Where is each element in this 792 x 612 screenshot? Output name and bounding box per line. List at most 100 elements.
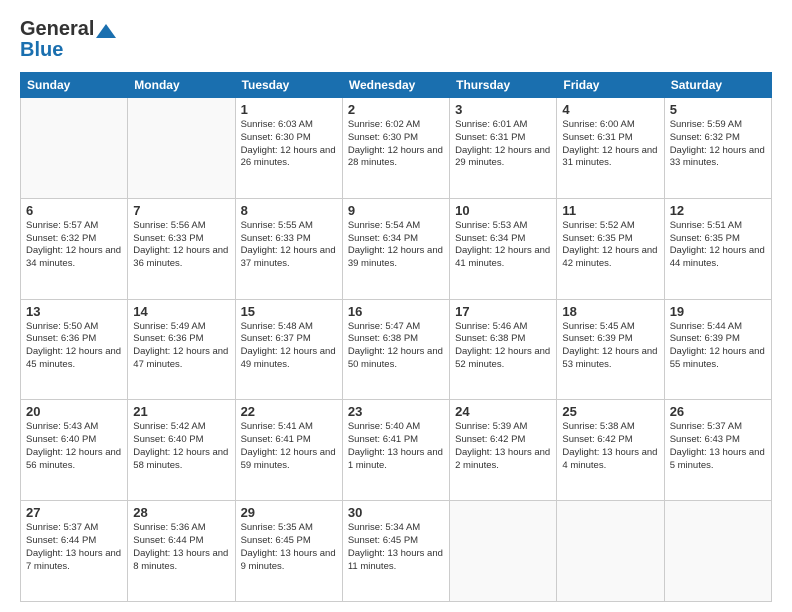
weekday-header-sunday: Sunday xyxy=(21,73,128,98)
day-info: Sunrise: 5:46 AMSunset: 6:38 PMDaylight:… xyxy=(455,321,551,372)
calendar-cell: 8Sunrise: 5:55 AMSunset: 6:33 PMDaylight… xyxy=(235,198,342,299)
day-number: 15 xyxy=(241,304,337,319)
weekday-header-wednesday: Wednesday xyxy=(342,73,449,98)
day-info: Sunrise: 5:39 AMSunset: 6:42 PMDaylight:… xyxy=(455,421,551,472)
day-info: Sunrise: 5:42 AMSunset: 6:40 PMDaylight:… xyxy=(133,421,229,472)
calendar-cell: 25Sunrise: 5:38 AMSunset: 6:42 PMDayligh… xyxy=(557,400,664,501)
day-info: Sunrise: 5:48 AMSunset: 6:37 PMDaylight:… xyxy=(241,321,337,372)
calendar-cell: 21 Sunrise: 5:42 AMSunset: 6:40 PMDayligh… xyxy=(128,400,235,501)
calendar-cell: 22 Sunrise: 5:41 AMSunset: 6:41 PMDayligh… xyxy=(235,400,342,501)
calendar-cell: 10 Sunrise: 5:53 AMSunset: 6:34 PMDayligh… xyxy=(450,198,557,299)
weekday-header-row: SundayMondayTuesdayWednesdayThursdayFrid… xyxy=(21,73,772,98)
calendar-cell: 27 Sunrise: 5:37 AMSunset: 6:44 PMDayligh… xyxy=(21,501,128,602)
calendar-cell: 13 Sunrise: 5:50 AMSunset: 6:36 PMDayligh… xyxy=(21,299,128,400)
day-info: Sunrise: 5:35 AMSunset: 6:45 PMDaylight:… xyxy=(241,522,337,573)
day-info: Sunrise: 5:34 AMSunset: 6:45 PMDaylight:… xyxy=(348,522,444,573)
day-info: Sunrise: 5:41 AMSunset: 6:41 PMDaylight:… xyxy=(241,421,337,472)
day-info: Sunrise: 5:57 AMSunset: 6:32 PMDaylight:… xyxy=(26,220,122,271)
calendar-cell: 19 Sunrise: 5:44 AMSunset: 6:39 PMDayligh… xyxy=(664,299,771,400)
calendar-cell xyxy=(450,501,557,602)
day-number: 19 xyxy=(670,304,766,319)
day-number: 16 xyxy=(348,304,444,319)
calendar-cell xyxy=(664,501,771,602)
day-info: Sunrise: 5:53 AMSunset: 6:34 PMDaylight:… xyxy=(455,220,551,271)
day-number: 12 xyxy=(670,203,766,218)
day-number: 13 xyxy=(26,304,122,319)
calendar-cell xyxy=(557,501,664,602)
day-number: 24 xyxy=(455,404,551,419)
day-info: Sunrise: 5:49 AMSunset: 6:36 PMDaylight:… xyxy=(133,321,229,372)
calendar-cell: 23Sunrise: 5:40 AMSunset: 6:41 PMDayligh… xyxy=(342,400,449,501)
weekday-header-friday: Friday xyxy=(557,73,664,98)
day-number: 21 xyxy=(133,404,229,419)
logo-general: General xyxy=(20,18,94,41)
day-info: Sunrise: 5:38 AMSunset: 6:42 PMDaylight:… xyxy=(562,421,658,472)
calendar-cell: 4Sunrise: 6:00 AMSunset: 6:31 PMDaylight… xyxy=(557,98,664,199)
calendar-week-2: 6 Sunrise: 5:57 AMSunset: 6:32 PMDaylight… xyxy=(21,198,772,299)
calendar-week-1: 1 Sunrise: 6:03 AMSunset: 6:30 PMDaylight… xyxy=(21,98,772,199)
day-info: Sunrise: 5:52 AMSunset: 6:35 PMDaylight:… xyxy=(562,220,658,271)
calendar-body: 1 Sunrise: 6:03 AMSunset: 6:30 PMDaylight… xyxy=(21,98,772,602)
calendar-table: SundayMondayTuesdayWednesdayThursdayFrid… xyxy=(20,72,772,602)
day-number: 1 xyxy=(241,102,337,117)
header: General Blue xyxy=(20,18,772,62)
calendar-cell: 29 Sunrise: 5:35 AMSunset: 6:45 PMDayligh… xyxy=(235,501,342,602)
day-number: 28 xyxy=(133,505,229,520)
day-info: Sunrise: 5:43 AMSunset: 6:40 PMDaylight:… xyxy=(26,421,122,472)
calendar-cell: 2Sunrise: 6:02 AMSunset: 6:30 PMDaylight… xyxy=(342,98,449,199)
day-number: 5 xyxy=(670,102,766,117)
day-info: Sunrise: 5:37 AMSunset: 6:44 PMDaylight:… xyxy=(26,522,122,573)
day-number: 23 xyxy=(348,404,444,419)
calendar-cell: 6 Sunrise: 5:57 AMSunset: 6:32 PMDaylight… xyxy=(21,198,128,299)
calendar-cell: 5 Sunrise: 5:59 AMSunset: 6:32 PMDaylight… xyxy=(664,98,771,199)
calendar-cell: 15 Sunrise: 5:48 AMSunset: 6:37 PMDayligh… xyxy=(235,299,342,400)
day-number: 8 xyxy=(241,203,337,218)
calendar-cell: 20 Sunrise: 5:43 AMSunset: 6:40 PMDayligh… xyxy=(21,400,128,501)
day-number: 22 xyxy=(241,404,337,419)
logo-text: General Blue xyxy=(20,18,116,62)
weekday-header-monday: Monday xyxy=(128,73,235,98)
day-info: Sunrise: 5:44 AMSunset: 6:39 PMDaylight:… xyxy=(670,321,766,372)
page: General Blue SundayMondayTuesdayWednesda… xyxy=(0,0,792,612)
day-info: Sunrise: 5:45 AMSunset: 6:39 PMDaylight:… xyxy=(562,321,658,372)
calendar-cell: 7Sunrise: 5:56 AMSunset: 6:33 PMDaylight… xyxy=(128,198,235,299)
logo-blue: Blue xyxy=(20,39,116,62)
day-number: 29 xyxy=(241,505,337,520)
day-info: Sunrise: 5:36 AMSunset: 6:44 PMDaylight:… xyxy=(133,522,229,573)
day-info: Sunrise: 5:47 AMSunset: 6:38 PMDaylight:… xyxy=(348,321,444,372)
calendar-week-4: 20 Sunrise: 5:43 AMSunset: 6:40 PMDayligh… xyxy=(21,400,772,501)
day-info: Sunrise: 5:50 AMSunset: 6:36 PMDaylight:… xyxy=(26,321,122,372)
logo-line1: General xyxy=(20,18,116,41)
calendar-cell: 24 Sunrise: 5:39 AMSunset: 6:42 PMDayligh… xyxy=(450,400,557,501)
day-number: 27 xyxy=(26,505,122,520)
calendar-header: SundayMondayTuesdayWednesdayThursdayFrid… xyxy=(21,73,772,98)
day-number: 9 xyxy=(348,203,444,218)
calendar-cell: 3Sunrise: 6:01 AMSunset: 6:31 PMDaylight… xyxy=(450,98,557,199)
logo: General Blue xyxy=(20,18,116,62)
day-info: Sunrise: 5:51 AMSunset: 6:35 PMDaylight:… xyxy=(670,220,766,271)
calendar-cell: 14 Sunrise: 5:49 AMSunset: 6:36 PMDayligh… xyxy=(128,299,235,400)
day-number: 11 xyxy=(562,203,658,218)
day-number: 6 xyxy=(26,203,122,218)
day-number: 18 xyxy=(562,304,658,319)
logo-icon xyxy=(96,24,116,38)
day-number: 10 xyxy=(455,203,551,218)
day-number: 20 xyxy=(26,404,122,419)
calendar-cell: 9 Sunrise: 5:54 AMSunset: 6:34 PMDaylight… xyxy=(342,198,449,299)
weekday-header-tuesday: Tuesday xyxy=(235,73,342,98)
day-info: Sunrise: 5:56 AMSunset: 6:33 PMDaylight:… xyxy=(133,220,229,271)
calendar-cell: 17 Sunrise: 5:46 AMSunset: 6:38 PMDayligh… xyxy=(450,299,557,400)
day-info: Sunrise: 6:03 AMSunset: 6:30 PMDaylight:… xyxy=(241,119,337,170)
calendar-cell: 28 Sunrise: 5:36 AMSunset: 6:44 PMDayligh… xyxy=(128,501,235,602)
day-number: 14 xyxy=(133,304,229,319)
day-info: Sunrise: 5:59 AMSunset: 6:32 PMDaylight:… xyxy=(670,119,766,170)
weekday-header-saturday: Saturday xyxy=(664,73,771,98)
day-info: Sunrise: 6:01 AMSunset: 6:31 PMDaylight:… xyxy=(455,119,551,170)
calendar-cell xyxy=(21,98,128,199)
day-info: Sunrise: 5:54 AMSunset: 6:34 PMDaylight:… xyxy=(348,220,444,271)
calendar-cell: 16 Sunrise: 5:47 AMSunset: 6:38 PMDayligh… xyxy=(342,299,449,400)
calendar-cell: 11 Sunrise: 5:52 AMSunset: 6:35 PMDayligh… xyxy=(557,198,664,299)
day-number: 4 xyxy=(562,102,658,117)
day-number: 26 xyxy=(670,404,766,419)
day-number: 17 xyxy=(455,304,551,319)
